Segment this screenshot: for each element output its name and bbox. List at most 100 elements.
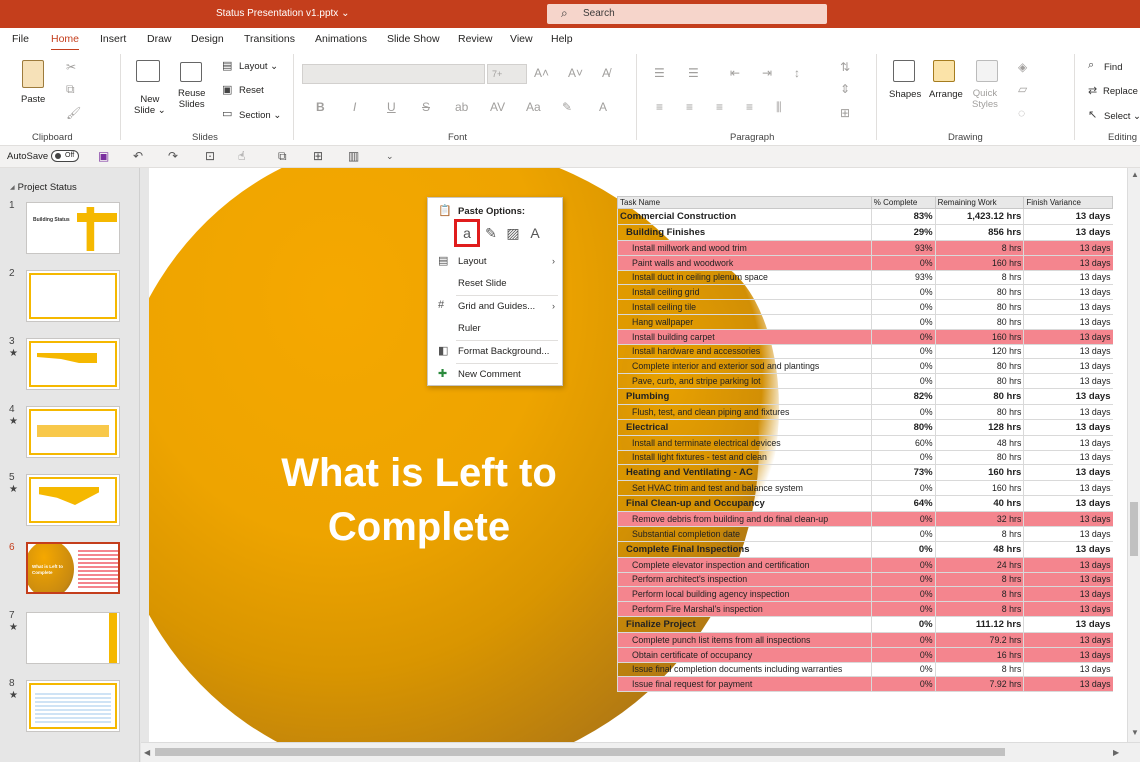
- increase-indent-icon[interactable]: ⇥: [762, 66, 772, 80]
- tab-view[interactable]: View: [510, 33, 533, 45]
- table-row[interactable]: Hang wallpaper 0% 80 hrs 13 days: [617, 314, 1113, 330]
- decrease-font-icon[interactable]: A˅: [568, 66, 583, 80]
- section-button[interactable]: Section ⌄: [239, 110, 281, 121]
- table-row[interactable]: Paint walls and woodwork 0% 160 hrs 13 days: [617, 255, 1113, 271]
- section-label[interactable]: Project Status: [10, 182, 77, 193]
- table-row[interactable]: Install building carpet 0% 160 hrs 13 days: [617, 329, 1113, 345]
- change-case-icon[interactable]: Aa: [526, 100, 541, 114]
- undo-icon[interactable]: ↶: [133, 149, 143, 163]
- text-direction-icon[interactable]: ⇅: [840, 60, 850, 74]
- summary-row[interactable]: Finalize Project 0% 111.12 hrs 13 days: [617, 616, 1113, 633]
- table-row[interactable]: Complete interior and exterior sod and p…: [617, 358, 1113, 375]
- table-row[interactable]: Install millwork and wood trim 93% 8 hrs 13…: [617, 240, 1113, 256]
- slide-title[interactable]: What is Left to Complete: [209, 446, 629, 554]
- scroll-down-icon[interactable]: ▼: [1131, 728, 1139, 737]
- cut-icon[interactable]: ✂: [66, 60, 76, 74]
- layout-button[interactable]: Layout ⌄: [239, 61, 278, 72]
- current-slide[interactable]: What is Left to Complete Task Name % Com…: [149, 168, 1127, 742]
- group-icon[interactable]: ⊞: [313, 149, 323, 163]
- increase-font-icon[interactable]: A˄: [534, 66, 549, 80]
- align-icon[interactable]: ▥: [348, 149, 359, 163]
- table-row[interactable]: Issue final request for payment 0% 7.92 hr…: [617, 676, 1113, 693]
- columns-icon[interactable]: ⫼: [776, 100, 782, 115]
- copy-icon[interactable]: ⧉: [66, 82, 75, 97]
- paste-use-destination-theme-icon[interactable]: ✎: [480, 222, 502, 244]
- table-row[interactable]: Flush, test, and clean piping and fixtur…: [617, 404, 1113, 420]
- document-title[interactable]: Status Presentation v1.pptx ⌄: [216, 8, 349, 19]
- search-box[interactable]: ⌕ Search: [547, 4, 827, 24]
- paste-text-icon[interactable]: A: [524, 222, 546, 244]
- table-row[interactable]: Install ceiling grid 0% 80 hrs 13 days: [617, 284, 1113, 301]
- touch-mode-icon[interactable]: ☝: [238, 149, 245, 163]
- paste-keep-text-only-icon[interactable]: a: [454, 219, 480, 247]
- format-painter-icon[interactable]: 🖌: [66, 106, 81, 120]
- align-center-icon[interactable]: ≡: [686, 100, 693, 114]
- tab-review[interactable]: Review: [458, 33, 492, 45]
- table-row[interactable]: Install light fixtures - test and clean 0…: [617, 450, 1113, 466]
- align-text-icon[interactable]: ⇕: [840, 82, 850, 96]
- clear-formatting-icon[interactable]: A̸: [602, 66, 610, 80]
- reset-button[interactable]: Reset: [239, 85, 264, 96]
- table-row[interactable]: Pave, curb, and stripe parking lot 0% 80 h…: [617, 373, 1113, 389]
- summary-row[interactable]: Plumbing 82% 80 hrs 13 days: [617, 388, 1113, 405]
- redo-icon[interactable]: ↷: [168, 149, 178, 163]
- summary-row[interactable]: Electrical 80% 128 hrs 13 days: [617, 419, 1113, 436]
- summary-row[interactable]: Final Clean-up and Occupancy 64% 40 hrs 13 …: [617, 495, 1113, 513]
- table-row[interactable]: Perform Fire Marshal's inspection 0% 8 hrs…: [617, 601, 1113, 617]
- duplicate-icon[interactable]: ⧉: [278, 149, 287, 164]
- underline-button[interactable]: U: [387, 100, 396, 114]
- font-color-icon[interactable]: A: [599, 100, 607, 114]
- table-row[interactable]: Install hardware and accessories 0% 120 hr…: [617, 344, 1113, 360]
- align-left-icon[interactable]: ≡: [656, 100, 663, 114]
- shape-outline-icon[interactable]: ▱: [1018, 82, 1027, 96]
- italic-button[interactable]: I: [353, 100, 356, 114]
- replace-button[interactable]: Replace: [1103, 86, 1138, 97]
- slide-thumbnail-5[interactable]: [26, 474, 120, 526]
- slide-thumbnail-4[interactable]: [26, 406, 120, 458]
- slide-thumbnail-3[interactable]: [26, 338, 120, 390]
- text-shadow-icon[interactable]: ab: [455, 100, 468, 114]
- table-row[interactable]: Remove debris from building and do final…: [617, 511, 1113, 527]
- table-row[interactable]: Install duct in ceiling plenum space 93% 8…: [617, 270, 1113, 286]
- table-row[interactable]: Perform architect's inspection 0% 8 hrs 13 …: [617, 572, 1113, 588]
- line-spacing-icon[interactable]: ↕: [794, 66, 800, 80]
- shape-fill-icon[interactable]: ◈: [1018, 60, 1027, 74]
- scroll-up-icon[interactable]: ▲: [1131, 170, 1139, 179]
- slide-thumbnail-1[interactable]: Building Status: [26, 202, 120, 254]
- justify-icon[interactable]: ≡: [746, 100, 753, 114]
- tab-design[interactable]: Design: [191, 33, 224, 45]
- slide-thumbnail-8[interactable]: [26, 680, 120, 732]
- summary-row[interactable]: Commercial Construction 83% 1,423.12 hrs 13…: [617, 208, 1113, 225]
- vertical-scrollbar[interactable]: ▲ ▼: [1127, 168, 1140, 742]
- find-button[interactable]: Find: [1104, 62, 1122, 73]
- table-row[interactable]: Complete punch list items from all inspe…: [617, 632, 1113, 648]
- scrollbar-thumb[interactable]: [1130, 502, 1138, 556]
- scroll-right-icon[interactable]: ▶: [1113, 748, 1119, 757]
- summary-row[interactable]: Heating and Ventilating - AC 73% 160 hrs 13…: [617, 464, 1113, 482]
- autosave-toggle[interactable]: Off: [51, 150, 79, 162]
- table-row[interactable]: Issue final completion documents includi…: [617, 662, 1113, 678]
- font-name-combo[interactable]: [302, 64, 485, 84]
- customize-toolbar-icon[interactable]: ⌄: [386, 151, 394, 162]
- save-icon[interactable]: ▣: [98, 149, 109, 163]
- smartart-icon[interactable]: ⊞: [840, 106, 850, 120]
- table-row[interactable]: Obtain certificate of occupancy 0% 16 hrs 1…: [617, 647, 1113, 663]
- table-row[interactable]: Substantial completion date 0% 8 hrs 13 day…: [617, 526, 1113, 542]
- tab-file[interactable]: File: [12, 33, 29, 45]
- table-row[interactable]: Install ceiling tile 0% 80 hrs 13 days: [617, 299, 1113, 315]
- select-button[interactable]: Select ⌄: [1104, 111, 1140, 122]
- character-spacing-icon[interactable]: AV: [490, 100, 505, 114]
- scrollbar-thumb[interactable]: [155, 748, 1005, 756]
- numbering-icon[interactable]: ☰: [688, 66, 699, 80]
- bullets-icon[interactable]: ☰: [654, 66, 665, 80]
- table-row[interactable]: Complete elevator inspection and certifi…: [617, 557, 1113, 573]
- bold-button[interactable]: B: [316, 100, 325, 114]
- table-row[interactable]: Set HVAC trim and test and balance syste…: [617, 480, 1113, 497]
- shape-effects-icon[interactable]: ◌: [1018, 106, 1025, 120]
- strikethrough-button[interactable]: S: [422, 100, 430, 114]
- highlight-icon[interactable]: ✎: [562, 100, 572, 114]
- align-right-icon[interactable]: ≡: [716, 100, 723, 114]
- font-size-combo[interactable]: 7+: [487, 64, 527, 84]
- horizontal-scrollbar[interactable]: ◀ ▶: [141, 742, 1140, 762]
- tab-help[interactable]: Help: [551, 33, 573, 45]
